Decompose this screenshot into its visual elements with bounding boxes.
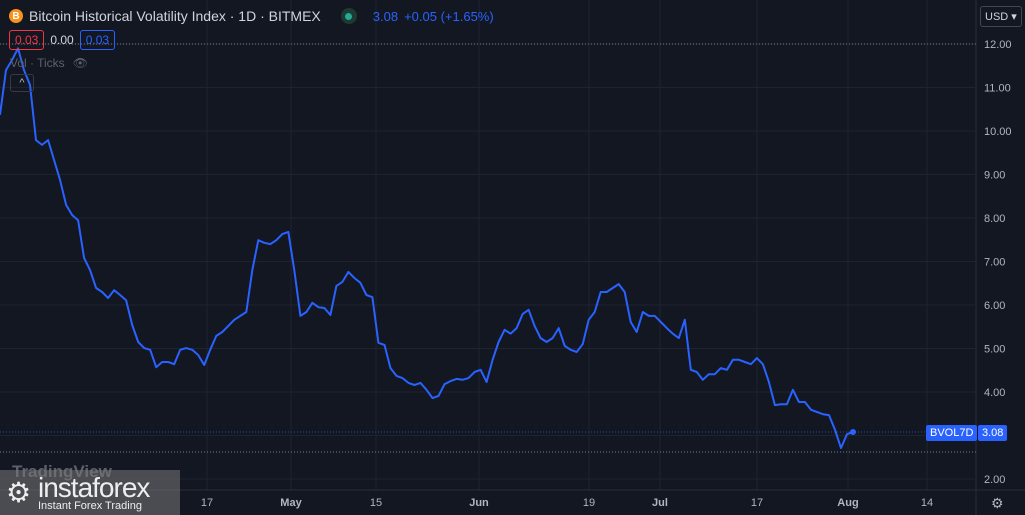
series-line-bvol7d <box>0 47 854 450</box>
x-tick-label: 19 <box>583 497 595 509</box>
market-status-icon[interactable] <box>340 8 357 24</box>
chart-legend: B Bitcoin Historical Volatility Index · … <box>9 8 494 24</box>
x-tick-label: 14 <box>921 497 933 509</box>
last-point <box>850 429 856 436</box>
y-tick-label: 10.00 <box>984 126 1012 138</box>
spread-value: 0.00 <box>50 33 74 47</box>
y-tick-label: 6.00 <box>984 300 1005 312</box>
y-tick-label: 7.00 <box>984 257 1005 269</box>
y-tick-label: 8.00 <box>984 213 1005 225</box>
brand-tagline: Instant Forex Trading <box>38 500 142 512</box>
y-tick-label: 5.00 <box>984 344 1005 356</box>
instaforex-logo-icon: ⚙ <box>6 477 32 508</box>
x-tick-label: May <box>280 497 302 509</box>
price-change: +0.05 (+1.65%) <box>404 8 494 24</box>
currency-select[interactable]: USD ▾ <box>980 6 1022 27</box>
buy-value[interactable]: 0.03 <box>79 30 116 50</box>
collapse-legend-button[interactable]: ^ <box>10 74 34 92</box>
volume-label: Vol · Ticks <box>10 56 65 70</box>
x-tick-label: 17 <box>201 497 213 509</box>
hidden-eye-icon[interactable]: 👁 <box>73 56 88 70</box>
volume-legend: Vol · Ticks 👁 <box>10 56 88 70</box>
bitcoin-icon: B <box>9 9 23 23</box>
y-tick-label: 2.00 <box>984 474 1005 486</box>
x-tick-label: 17 <box>751 497 763 509</box>
ohlc-row: 0.03 0.00 0.03 <box>9 30 116 50</box>
y-tick-label: 11.00 <box>984 83 1011 95</box>
price-chart[interactable]: 12.00 11.00 10.00 9.00 8.00 7.00 6.00 5.00 4.00 3… <box>0 0 1025 515</box>
y-tick-label: 9.00 <box>984 170 1005 182</box>
x-tick-label: 15 <box>370 497 382 509</box>
x-tick-label: Aug <box>837 497 858 509</box>
x-tick-label: Jul <box>652 497 668 509</box>
last-price: 3.08 <box>372 8 399 24</box>
sell-value[interactable]: 0.03 <box>9 30 45 50</box>
symbol-tag: BVOL7D <box>926 425 978 441</box>
instaforex-watermark: ⚙ instaforex Instant Forex Trading <box>0 470 180 515</box>
price-tag: 3.08 <box>978 425 1008 441</box>
symbol-title[interactable]: Bitcoin Historical Volatility Index · 1D… <box>29 8 321 24</box>
currency-label: USD <box>985 11 1009 23</box>
settings-icon[interactable]: ⚙ <box>991 495 1004 512</box>
y-tick-label: 4.00 <box>984 387 1005 399</box>
x-tick-label: Jun <box>469 497 489 509</box>
y-tick-label: 12.00 <box>984 39 1012 51</box>
